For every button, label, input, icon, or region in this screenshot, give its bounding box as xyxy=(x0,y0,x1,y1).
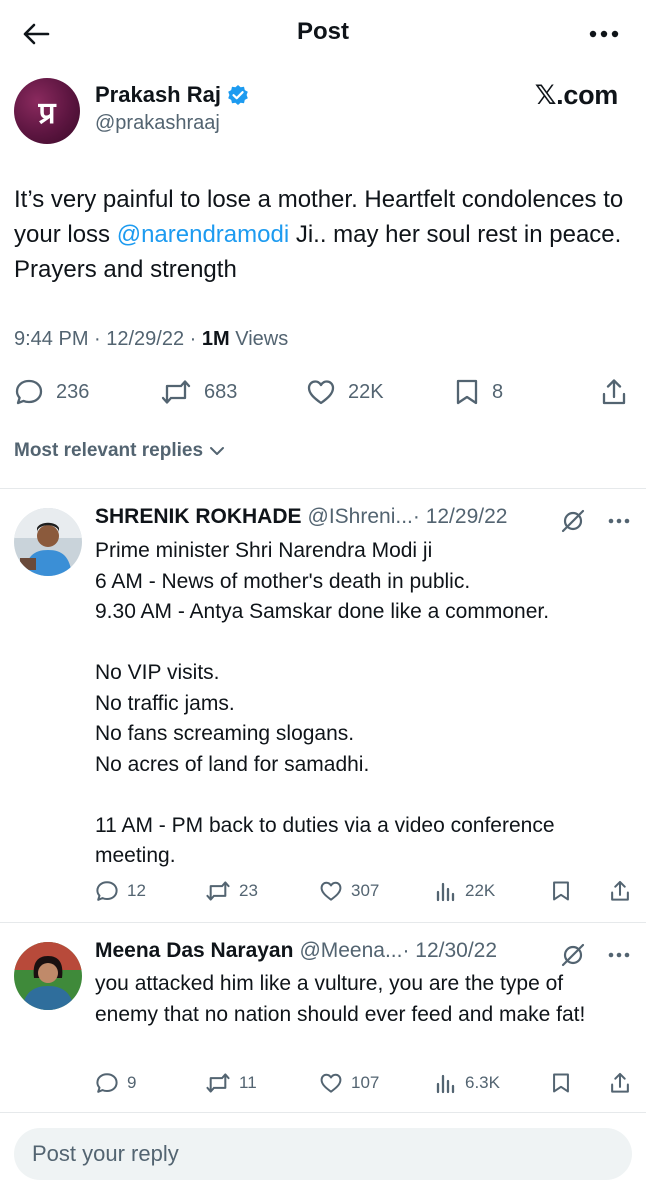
like-count: 107 xyxy=(351,1073,380,1092)
like-count: 307 xyxy=(351,881,380,900)
avatar-logo-text: प्र xyxy=(38,96,56,130)
like-button[interactable]: 307 xyxy=(319,877,379,905)
views-count: 22K xyxy=(465,881,496,900)
verified-badge-icon xyxy=(227,84,249,106)
reply-text: you attacked him like a vulture, you are… xyxy=(95,972,586,1026)
heart-icon xyxy=(320,1073,342,1093)
views-button[interactable]: 6.3K xyxy=(435,1069,500,1097)
reply-actions: 12 23 307 22K xyxy=(95,877,635,905)
mention-link[interactable]: @narendramodi xyxy=(117,221,289,248)
reply-count: 236 xyxy=(56,380,90,403)
like-count: 22K xyxy=(348,380,384,403)
reply-button[interactable]: 236 xyxy=(14,372,89,412)
more-options-icon[interactable] xyxy=(608,952,630,958)
more-options-icon[interactable] xyxy=(584,16,624,52)
reply-count: 9 xyxy=(127,1073,137,1092)
author-avatar[interactable]: प्र xyxy=(14,78,80,144)
post-text: It’s very painful to lose a mother. Hear… xyxy=(14,182,624,287)
views-button[interactable]: 22K xyxy=(435,877,495,905)
reply-composer[interactable] xyxy=(14,1128,632,1180)
top-bar: Post xyxy=(0,0,646,66)
repost-count: 683 xyxy=(204,380,238,403)
repost-button[interactable]: 23 xyxy=(205,877,258,905)
repost-icon xyxy=(206,1073,230,1093)
views-bar-chart-icon xyxy=(436,882,455,902)
share-icon xyxy=(602,379,626,405)
reply-text: Prime minister Shri Narendra Modi ji 6 A… xyxy=(95,539,555,867)
reply-header: SHRENIK ROKHADE @IShreni... · 12/29/22 xyxy=(95,505,507,529)
author-name: Prakash Raj xyxy=(95,82,221,107)
repost-button[interactable]: 683 xyxy=(160,372,237,412)
reply-header: Meena Das Narayan @Meena... · 12/30/22 xyxy=(95,939,497,963)
heart-icon xyxy=(320,881,342,901)
replies-sort-label: Most relevant replies xyxy=(14,440,204,461)
reply-input[interactable] xyxy=(14,1128,632,1180)
bookmark-icon xyxy=(456,379,478,405)
reply-author-name[interactable]: Meena Das Narayan xyxy=(95,939,293,963)
views-count: 1M xyxy=(201,328,230,350)
like-button[interactable]: 22K xyxy=(306,372,384,412)
bookmark-icon xyxy=(553,1073,569,1093)
reply-date: · 12/30/22 xyxy=(402,939,498,962)
repost-count: 23 xyxy=(239,881,258,900)
repost-count: 11 xyxy=(239,1073,257,1092)
reply-avatar[interactable] xyxy=(14,508,82,576)
repost-icon xyxy=(206,881,230,901)
post-actions: 236 683 22K 8 xyxy=(14,372,634,412)
repost-icon xyxy=(161,380,191,404)
reply-button[interactable]: 9 xyxy=(95,1069,136,1097)
reply-count: 12 xyxy=(127,881,146,900)
author-handle[interactable]: @prakashraaj xyxy=(95,112,220,135)
bookmark-button[interactable]: 8 xyxy=(454,372,503,412)
post-meta: 9:44 PM · 12/29/22 · 1M Views xyxy=(14,328,288,351)
share-button[interactable] xyxy=(600,372,628,412)
divider xyxy=(0,922,646,923)
repost-button[interactable]: 11 xyxy=(205,1069,257,1097)
reply-author-name[interactable]: SHRENIK ROKHADE xyxy=(95,505,302,529)
share-button[interactable] xyxy=(609,877,631,905)
reply-date: · 12/29/22 xyxy=(412,505,508,528)
share-icon xyxy=(611,880,629,901)
views-label: Views xyxy=(229,328,289,350)
views-bar-chart-icon xyxy=(436,1074,455,1094)
share-button[interactable] xyxy=(609,1069,631,1097)
reply-author-handle[interactable]: @IShreni... xyxy=(308,505,413,529)
views-count: 6.3K xyxy=(465,1073,500,1092)
reply-avatar[interactable] xyxy=(14,942,82,1010)
reply-actions: 9 11 107 6.3K xyxy=(95,1069,635,1097)
reply-icon xyxy=(96,881,118,901)
reply-button[interactable]: 12 xyxy=(95,877,146,905)
bookmark-count: 8 xyxy=(492,380,504,403)
post-timestamp: 9:44 PM · 12/29/22 · xyxy=(14,328,202,350)
grok-icon[interactable] xyxy=(560,508,586,534)
bookmark-button[interactable] xyxy=(551,1069,571,1097)
reply-icon xyxy=(15,379,43,405)
source-watermark: 𝕏.com xyxy=(534,80,619,110)
author-name-row[interactable]: Prakash Raj xyxy=(95,82,249,108)
more-options-icon[interactable] xyxy=(608,518,630,524)
share-icon xyxy=(611,1072,629,1093)
reply-icon xyxy=(96,1073,118,1093)
bookmark-icon xyxy=(553,881,569,901)
replies-sort-dropdown[interactable]: Most relevant replies xyxy=(14,440,225,462)
like-button[interactable]: 107 xyxy=(319,1069,379,1097)
page-title: Post xyxy=(296,18,349,45)
chevron-down-icon xyxy=(210,447,225,455)
heart-icon xyxy=(307,380,335,405)
reply-author-handle[interactable]: @Meena... xyxy=(299,939,402,963)
grok-icon[interactable] xyxy=(560,942,586,968)
bookmark-button[interactable] xyxy=(551,877,571,905)
reply-top-icons xyxy=(560,508,630,534)
divider xyxy=(0,1112,646,1113)
divider xyxy=(0,488,646,489)
reply-top-icons xyxy=(560,942,630,968)
